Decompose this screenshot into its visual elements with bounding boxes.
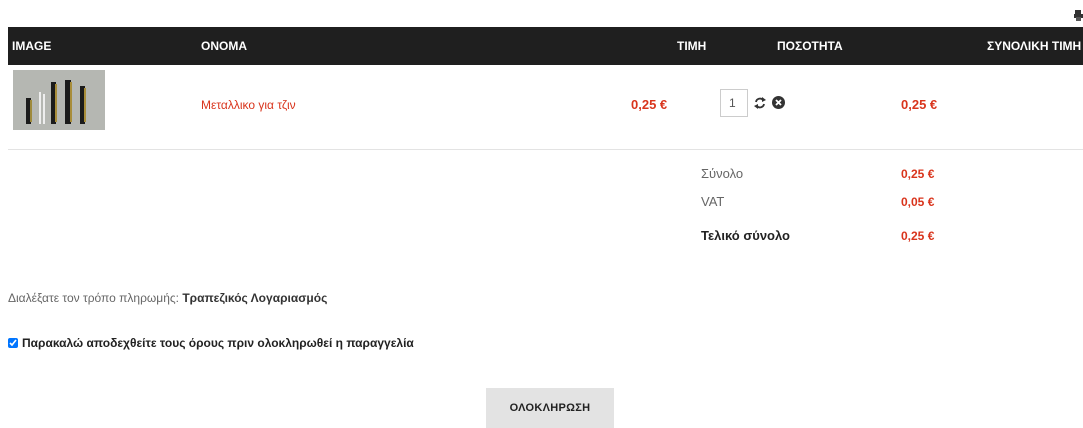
cart-table-header: IMAGE ΟΝΟΜΑ ΤΙΜΗ ΠΟΣΟΤΗΤΑ ΣΥΝΟΛΙΚΗ ΤΙΜΗ <box>8 27 1083 65</box>
cart-row: Μεταλλικο για τζιν 0,25 € 0,25 € <box>8 65 1083 150</box>
header-total: ΣΥΝΟΛΙΚΗ ΤΙΜΗ <box>987 39 1082 53</box>
product-price: 0,25 € <box>631 97 668 112</box>
product-thumbnail[interactable] <box>13 70 105 130</box>
quantity-input[interactable] <box>720 89 748 117</box>
product-name-link[interactable]: Μεταλλικο για τζιν <box>201 98 296 112</box>
checkout-button[interactable]: ΟΛΟΚΛΗΡΩΣΗ <box>486 388 614 428</box>
refresh-icon[interactable] <box>754 97 766 109</box>
subtotal-label: Σύνολο <box>701 166 744 181</box>
remove-icon[interactable] <box>772 96 785 109</box>
payment-method-name: Τραπεζικός Λογαριασμός <box>182 291 328 305</box>
print-icon[interactable] <box>1074 10 1083 21</box>
subtotal-value: 0,25 € <box>901 167 935 181</box>
terms-checkbox[interactable] <box>8 338 18 348</box>
header-quantity: ΠΟΣΟΤΗΤΑ <box>777 39 843 53</box>
header-name: ΟΝΟΜΑ <box>201 39 247 53</box>
grand-total-label: Τελικό σύνολο <box>701 228 791 243</box>
grand-total-value: 0,25 € <box>901 229 935 243</box>
header-image: IMAGE <box>12 39 52 53</box>
vat-label: VAT <box>701 194 725 209</box>
payment-prompt: Διαλέξατε τον τρόπο πληρωμής: <box>8 291 183 305</box>
header-price: ΤΙΜΗ <box>677 39 707 53</box>
vat-value: 0,05 € <box>901 195 935 209</box>
terms-row: Παρακαλώ αποδεχθείτε τους όρους πριν ολο… <box>8 336 414 350</box>
terms-label: Παρακαλώ αποδεχθείτε τους όρους πριν ολο… <box>22 336 414 350</box>
row-total: 0,25 € <box>901 97 938 112</box>
payment-method: Διαλέξατε τον τρόπο πληρωμής: Τραπεζικός… <box>8 291 327 305</box>
